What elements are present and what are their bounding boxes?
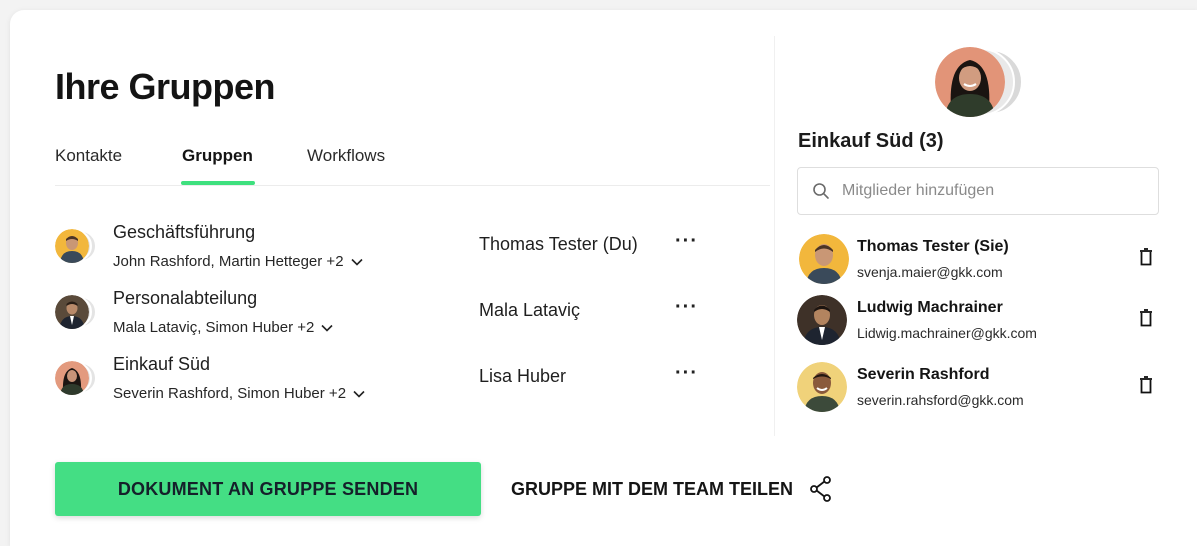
- member-name: Thomas Tester (Sie): [857, 238, 1009, 255]
- tab-bar: Kontakte Gruppen Workflows: [55, 138, 770, 186]
- tab-gruppen[interactable]: Gruppen: [182, 146, 253, 166]
- panel-title: Einkauf Süd (3): [798, 130, 944, 152]
- chevron-down-icon: [321, 324, 333, 332]
- search-input[interactable]: [842, 182, 1142, 200]
- group-row[interactable]: Geschäftsführung John Rashford, Martin H…: [55, 222, 735, 282]
- group-owner: Mala Lataviç: [479, 300, 581, 320]
- group-members: John Rashford, Martin Hetteger +2: [113, 253, 344, 270]
- group-name: Personalabteilung: [113, 288, 258, 308]
- avatar: [55, 294, 101, 330]
- avatar-icon: [799, 234, 849, 284]
- ellipsis-icon[interactable]: ···: [675, 362, 698, 385]
- member-email: severin.rahsford@gkk.com: [857, 392, 1024, 408]
- avatar-icon: [935, 47, 1005, 117]
- avatar-icon: [797, 295, 847, 345]
- member-name: Ludwig Machrainer: [857, 299, 1003, 316]
- tab-workflows[interactable]: Workflows: [307, 146, 385, 166]
- page-title: Ihre Gruppen: [55, 66, 276, 107]
- avatar-icon: [55, 361, 89, 395]
- group-row[interactable]: Personalabteilung Mala Lataviç, Simon Hu…: [55, 288, 735, 348]
- group-owner: Lisa Huber: [479, 366, 567, 386]
- member-email: svenja.maier@gkk.com: [857, 264, 1003, 280]
- group-owner: Thomas Tester (Du): [479, 234, 638, 254]
- send-document-button[interactable]: DOKUMENT AN GRUPPE SENDEN: [55, 462, 481, 516]
- group-members-toggle[interactable]: Severin Rashford, Simon Huber +2: [113, 385, 366, 402]
- share-group-label: GRUPPE MIT DEM TEAM TEILEN: [511, 478, 794, 499]
- share-icon: [810, 476, 831, 502]
- trash-icon[interactable]: [1139, 309, 1153, 327]
- avatar-icon: [55, 229, 89, 263]
- trash-icon[interactable]: [1139, 376, 1153, 394]
- group-members: Severin Rashford, Simon Huber +2: [113, 385, 347, 402]
- group-members: Mala Lataviç, Simon Huber +2: [113, 319, 315, 336]
- ellipsis-icon[interactable]: ···: [675, 296, 698, 319]
- group-name: Geschäftsführung: [113, 222, 256, 242]
- avatar: [55, 228, 101, 264]
- chevron-down-icon: [350, 258, 363, 266]
- list-item: Thomas Tester (Sie) svenja.maier@gkk.com: [797, 234, 1162, 286]
- avatar-icon: [797, 362, 847, 412]
- avatar: [55, 360, 101, 396]
- member-email: Lidwig.machrainer@gkk.com: [857, 325, 1037, 341]
- tab-kontakte[interactable]: Kontakte: [55, 146, 122, 166]
- ellipsis-icon[interactable]: ···: [675, 230, 698, 253]
- chevron-down-icon: [353, 390, 365, 398]
- search-icon: [813, 183, 829, 199]
- group-name: Einkauf Süd: [113, 354, 211, 374]
- list-item: Severin Rashford severin.rahsford@gkk.co…: [797, 362, 1162, 414]
- group-row[interactable]: Einkauf Süd Severin Rashford, Simon Hube…: [55, 354, 735, 414]
- avatar-icon: [55, 295, 89, 329]
- share-group-button[interactable]: GRUPPE MIT DEM TEAM TEILEN: [511, 476, 833, 502]
- panel-divider: [774, 36, 775, 436]
- group-members-toggle[interactable]: John Rashford, Martin Hetteger +2: [113, 253, 364, 270]
- member-name: Severin Rashford: [857, 366, 990, 383]
- list-item: Ludwig Machrainer Lidwig.machrainer@gkk.…: [797, 295, 1162, 347]
- group-avatar: [935, 47, 1027, 117]
- group-members-toggle[interactable]: Mala Lataviç, Simon Huber +2: [113, 319, 334, 336]
- member-search: [797, 167, 1159, 215]
- trash-icon[interactable]: [1139, 248, 1153, 266]
- active-tab-indicator: [181, 181, 255, 185]
